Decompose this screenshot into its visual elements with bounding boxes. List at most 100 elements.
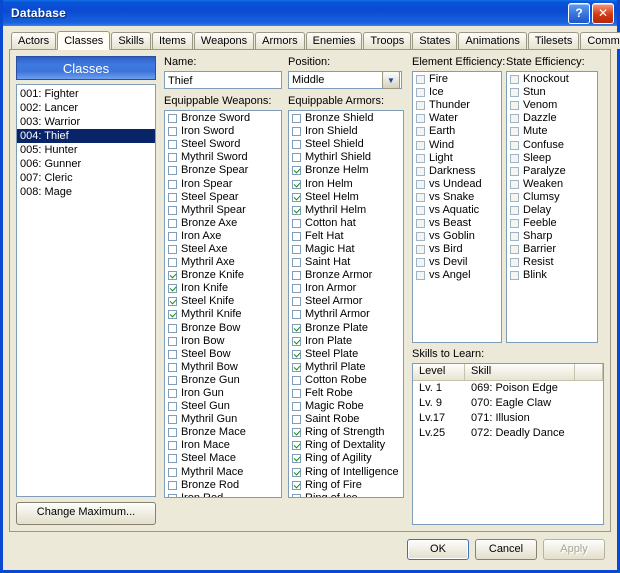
checkbox-unchecked-icon[interactable] — [292, 140, 301, 150]
tab-skills[interactable]: Skills — [111, 32, 151, 49]
checkbox-unchecked-icon[interactable] — [416, 232, 425, 242]
checkbox-row[interactable]: Mute — [508, 125, 597, 138]
checkbox-row[interactable]: Ring of Dextality — [290, 439, 403, 452]
checkbox-unchecked-icon[interactable] — [292, 244, 301, 254]
checkbox-row[interactable]: vs Beast — [414, 217, 501, 230]
checkbox-row[interactable]: Confuse — [508, 138, 597, 151]
checkbox-unchecked-icon[interactable] — [168, 140, 177, 150]
checkbox-row[interactable]: Bronze Spear — [166, 164, 281, 177]
checkbox-row[interactable]: Iron Armor — [290, 282, 403, 295]
checkbox-unchecked-icon[interactable] — [416, 245, 425, 255]
checkbox-unchecked-icon[interactable] — [510, 258, 519, 268]
skills-table-row[interactable]: Lv. 1 069: Poison Edge — [413, 381, 603, 396]
checkbox-row[interactable]: Bronze Plate — [290, 322, 403, 335]
checkbox-unchecked-icon[interactable] — [510, 88, 519, 98]
checkbox-row[interactable]: Felt Hat — [290, 230, 403, 243]
class-list-item[interactable]: 001: Fighter — [17, 87, 155, 101]
checkbox-unchecked-icon[interactable] — [168, 441, 177, 451]
checkbox-unchecked-icon[interactable] — [168, 192, 177, 202]
cancel-button[interactable]: Cancel — [475, 538, 537, 560]
checkbox-unchecked-icon[interactable] — [416, 127, 425, 137]
tab-troops[interactable]: Troops — [363, 32, 412, 49]
checkbox-row[interactable]: Feeble — [508, 217, 597, 230]
checkbox-checked-icon[interactable] — [292, 349, 301, 359]
checkbox-row[interactable]: Dazzle — [508, 112, 597, 125]
checkbox-checked-icon[interactable] — [292, 336, 301, 346]
checkbox-row[interactable]: Bronze Axe — [166, 217, 281, 230]
checkbox-checked-icon[interactable] — [168, 271, 177, 281]
checkbox-row[interactable]: Iron Knife — [166, 282, 281, 295]
checkbox-row[interactable]: Clumsy — [508, 191, 597, 204]
checkbox-unchecked-icon[interactable] — [168, 454, 177, 464]
class-list-item[interactable]: 007: Cleric — [17, 171, 155, 185]
checkbox-row[interactable]: Iron Helm — [290, 177, 403, 190]
tab-items[interactable]: Items — [151, 32, 193, 49]
checkbox-unchecked-icon[interactable] — [292, 271, 301, 281]
tab-weapons[interactable]: Weapons — [193, 32, 255, 49]
checkbox-unchecked-icon[interactable] — [292, 402, 301, 412]
checkbox-checked-icon[interactable] — [292, 179, 301, 189]
skills-table-row[interactable]: Lv.17 071: Illusion — [413, 411, 603, 426]
checkbox-unchecked-icon[interactable] — [292, 127, 301, 137]
checkbox-unchecked-icon[interactable] — [510, 140, 519, 150]
checkbox-unchecked-icon[interactable] — [416, 88, 425, 98]
checkbox-unchecked-icon[interactable] — [168, 428, 177, 438]
tab-states[interactable]: States — [412, 32, 458, 49]
checkbox-row[interactable]: Earth — [414, 125, 501, 138]
checkbox-unchecked-icon[interactable] — [168, 349, 177, 359]
class-list-item[interactable]: 004: Thief — [17, 129, 155, 143]
checkbox-row[interactable]: vs Devil — [414, 256, 501, 269]
checkbox-row[interactable]: Steel Sword — [166, 138, 281, 151]
checkbox-unchecked-icon[interactable] — [510, 245, 519, 255]
checkbox-row[interactable]: Thunder — [414, 99, 501, 112]
help-icon[interactable]: ? — [568, 2, 590, 24]
checkbox-row[interactable]: Bronze Knife — [166, 269, 281, 282]
checkbox-row[interactable]: Fire — [414, 73, 501, 86]
checkbox-row[interactable]: Paralyze — [508, 165, 597, 178]
checkbox-row[interactable]: Steel Mace — [166, 452, 281, 465]
checkbox-row[interactable]: Steel Axe — [166, 243, 281, 256]
equippable-weapons-list[interactable]: Bronze Sword Iron Sword Steel Sword Mythril… — [164, 110, 282, 498]
checkbox-unchecked-icon[interactable] — [416, 258, 425, 268]
checkbox-row[interactable]: vs Aquatic — [414, 204, 501, 217]
checkbox-row[interactable]: Ring of Agility — [290, 452, 403, 465]
checkbox-unchecked-icon[interactable] — [168, 205, 177, 215]
checkbox-unchecked-icon[interactable] — [168, 415, 177, 425]
checkbox-unchecked-icon[interactable] — [292, 389, 301, 399]
class-list-item[interactable]: 008: Mage — [17, 185, 155, 199]
checkbox-checked-icon[interactable] — [168, 284, 177, 294]
checkbox-unchecked-icon[interactable] — [168, 258, 177, 268]
checkbox-unchecked-icon[interactable] — [168, 375, 177, 385]
checkbox-unchecked-icon[interactable] — [292, 375, 301, 385]
checkbox-unchecked-icon[interactable] — [510, 232, 519, 242]
change-maximum-button[interactable]: Change Maximum... — [16, 502, 156, 525]
tab-enemies[interactable]: Enemies — [305, 32, 363, 49]
tab-armors[interactable]: Armors — [255, 32, 305, 49]
checkbox-unchecked-icon[interactable] — [416, 179, 425, 189]
checkbox-checked-icon[interactable] — [292, 467, 301, 477]
checkbox-row[interactable]: Stun — [508, 86, 597, 99]
checkbox-checked-icon[interactable] — [292, 192, 301, 202]
checkbox-unchecked-icon[interactable] — [292, 284, 301, 294]
equippable-armors-list[interactable]: Bronze Shield Iron Shield Steel Shield Myth… — [288, 110, 404, 498]
checkbox-row[interactable]: Iron Shield — [290, 125, 403, 138]
checkbox-row[interactable]: Resist — [508, 256, 597, 269]
checkbox-unchecked-icon[interactable] — [416, 219, 425, 229]
checkbox-row[interactable]: Barrier — [508, 243, 597, 256]
checkbox-checked-icon[interactable] — [292, 205, 301, 215]
checkbox-row[interactable]: Mythril Mace — [166, 466, 281, 479]
checkbox-row[interactable]: Steel Shield — [290, 138, 403, 151]
checkbox-row[interactable]: vs Bird — [414, 243, 501, 256]
checkbox-row[interactable]: Bronze Mace — [166, 426, 281, 439]
checkbox-row[interactable]: Felt Robe — [290, 387, 403, 400]
checkbox-row[interactable]: Ring of Strength — [290, 426, 403, 439]
checkbox-unchecked-icon[interactable] — [168, 402, 177, 412]
name-input[interactable]: Thief — [164, 71, 282, 89]
checkbox-unchecked-icon[interactable] — [168, 244, 177, 254]
checkbox-row[interactable]: Mythril Bow — [166, 361, 281, 374]
checkbox-unchecked-icon[interactable] — [168, 114, 177, 124]
checkbox-unchecked-icon[interactable] — [292, 297, 301, 307]
checkbox-row[interactable]: Venom — [508, 99, 597, 112]
checkbox-unchecked-icon[interactable] — [510, 219, 519, 229]
checkbox-unchecked-icon[interactable] — [168, 467, 177, 477]
